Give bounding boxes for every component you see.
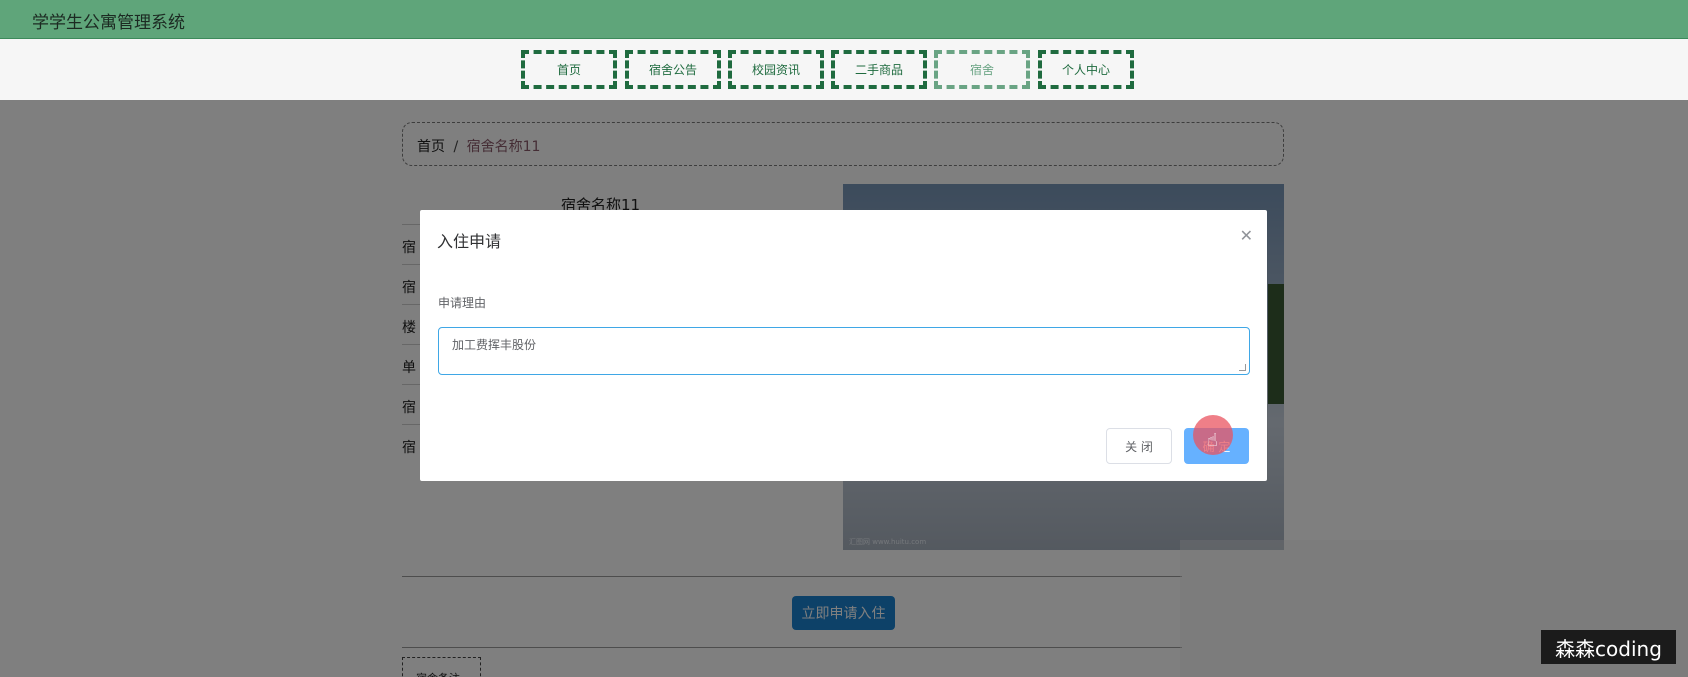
reason-textarea[interactable]: 加工费挥丰股份 xyxy=(438,327,1250,375)
app-title: 学学生公寓管理系统 xyxy=(32,13,185,33)
apply-dialog: 入住申请 ✕ 申请理由 加工费挥丰股份 关 闭 确 定 ☝ xyxy=(420,210,1267,481)
main-navigation: 首页 宿舍公告 校园资讯 二手商品 宿舍 个人中心 xyxy=(0,39,1688,100)
nav-dorm[interactable]: 宿舍 xyxy=(934,50,1030,89)
nav-profile[interactable]: 个人中心 xyxy=(1038,50,1134,89)
close-icon[interactable]: ✕ xyxy=(1240,226,1253,245)
hand-cursor-icon: ☝ xyxy=(1207,430,1218,451)
dialog-title: 入住申请 xyxy=(437,232,502,251)
nav-second-hand[interactable]: 二手商品 xyxy=(831,50,927,89)
nav-home[interactable]: 首页 xyxy=(521,50,617,89)
reason-label: 申请理由 xyxy=(438,296,487,310)
nav-dorm-notice[interactable]: 宿舍公告 xyxy=(625,50,721,89)
resize-handle-icon[interactable] xyxy=(1239,364,1246,371)
close-button[interactable]: 关 闭 xyxy=(1106,428,1172,464)
reason-value: 加工费挥丰股份 xyxy=(452,338,537,352)
nav-campus-news[interactable]: 校园资讯 xyxy=(728,50,824,89)
video-watermark: 森森coding xyxy=(1541,630,1676,664)
top-header-bar: 学学生公寓管理系统 xyxy=(0,0,1688,39)
